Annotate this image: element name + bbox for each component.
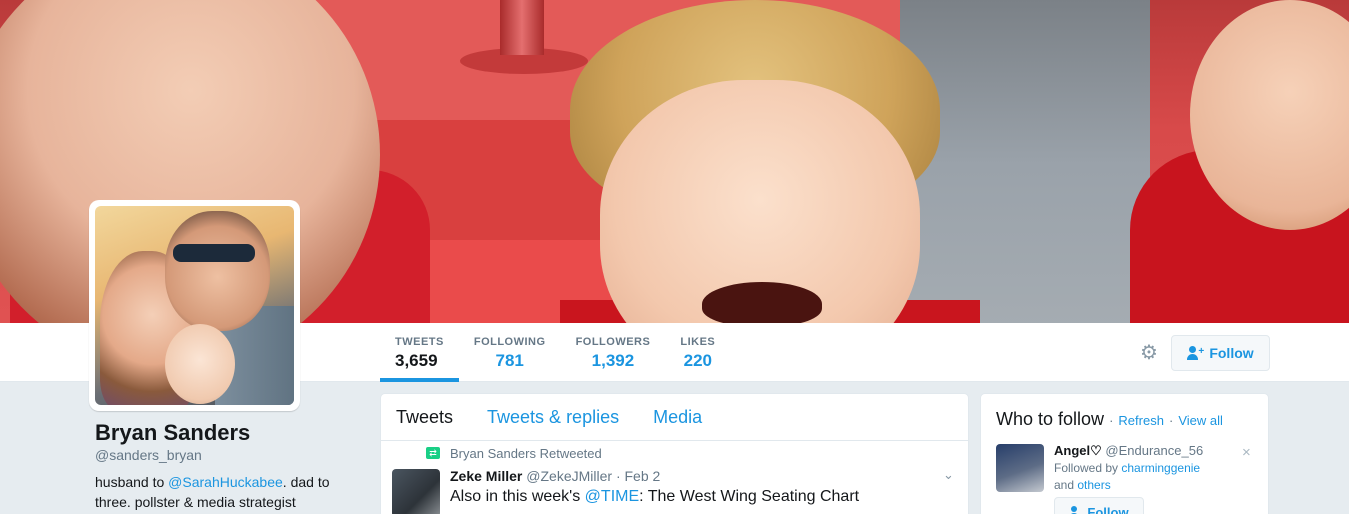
- tweet-author-handle[interactable]: @ZekeJMiller: [526, 468, 612, 484]
- tweet-mention-link[interactable]: @TIME: [585, 488, 639, 505]
- who-to-follow-header: Who to follow · Refresh · View all: [996, 409, 1223, 430]
- avatar-sunglasses: [173, 244, 255, 262]
- stat-tweets[interactable]: TWEETS 3,659: [380, 323, 459, 382]
- header-separator: ·: [1168, 413, 1174, 428]
- gear-icon[interactable]: ⚙: [1139, 343, 1159, 363]
- view-all-link[interactable]: View all: [1178, 413, 1223, 428]
- follow-person-icon: +: [1187, 346, 1204, 360]
- profile-name[interactable]: Bryan Sanders: [95, 420, 355, 446]
- twitter-profile-page: TWEETS 3,659 FOLLOWING 781 FOLLOWERS 1,3…: [0, 0, 1349, 514]
- profile-bio: husband to @SarahHuckabee. dad to three.…: [95, 472, 345, 512]
- stat-value: 1,392: [591, 351, 635, 370]
- stat-followers[interactable]: FOLLOWERS 1,392: [561, 323, 666, 382]
- suggestion-follow-button[interactable]: Follow: [1054, 497, 1144, 514]
- dismiss-suggestion-icon[interactable]: ×: [1242, 444, 1251, 461]
- and-text: and: [1054, 478, 1078, 492]
- tweet-text-part: Also in this week's: [450, 488, 585, 505]
- chevron-down-icon[interactable]: ⌄: [943, 467, 954, 483]
- avatar-person: [165, 211, 270, 331]
- profile-handle[interactable]: @sanders_bryan: [95, 446, 355, 464]
- tweet-text-part: : The West Wing Seating Chart: [639, 488, 860, 505]
- tweet[interactable]: ⇄ Bryan Sanders Retweeted Zeke Miller @Z…: [380, 393, 969, 514]
- avatar-person: [165, 324, 235, 404]
- tweet-separator: ·: [615, 468, 621, 484]
- who-to-follow-panel: Who to follow · Refresh · View all Angel…: [980, 393, 1269, 514]
- photo-bg-pole: [500, 0, 544, 55]
- followed-by-text: Followed by: [1054, 461, 1122, 475]
- stat-value: 781: [495, 351, 524, 370]
- profile-avatar[interactable]: [89, 200, 300, 411]
- bio-mention-link[interactable]: @SarahHuckabee: [168, 474, 283, 490]
- profile-info: Bryan Sanders @sanders_bryan husband to …: [95, 420, 355, 512]
- suggestion-handle[interactable]: @Endurance_56: [1105, 443, 1203, 458]
- stat-label: FOLLOWING: [473, 336, 546, 348]
- photo-bg-concrete: [900, 0, 1150, 323]
- tweet-header: Zeke Miller @ZekeJMiller · Feb 2: [450, 468, 660, 484]
- stat-label: FOLLOWERS: [575, 336, 651, 348]
- suggestion-name[interactable]: Angel♡: [1054, 443, 1102, 458]
- stat-label: LIKES: [680, 336, 716, 348]
- follow-person-icon: [1069, 506, 1081, 514]
- photo-child-center: [702, 282, 822, 323]
- stat-label: TWEETS: [395, 336, 444, 348]
- suggestion-follow-label: Follow: [1087, 504, 1129, 514]
- profile-stats: TWEETS 3,659 FOLLOWING 781 FOLLOWERS 1,3…: [380, 323, 730, 382]
- stat-following[interactable]: FOLLOWING 781: [459, 323, 561, 382]
- suggestion-avatar[interactable]: [996, 444, 1044, 492]
- stat-value: 3,659: [395, 351, 438, 370]
- tweet-text: Also in this week's @TIME: The West Wing…: [450, 488, 859, 506]
- tweet-author-name[interactable]: Zeke Miller: [450, 468, 522, 484]
- stat-likes[interactable]: LIKES 220: [665, 323, 730, 382]
- followed-by-user-link[interactable]: charminggenie: [1121, 461, 1200, 475]
- tweet-author-avatar[interactable]: [392, 469, 440, 514]
- follow-button-label: Follow: [1209, 345, 1254, 361]
- stat-value: 220: [683, 351, 712, 370]
- header-separator: ·: [1109, 413, 1114, 428]
- avatar-photo: [95, 206, 294, 405]
- retweet-context[interactable]: Bryan Sanders Retweeted: [450, 446, 602, 461]
- refresh-link[interactable]: Refresh: [1118, 413, 1164, 428]
- retweet-icon: ⇄: [426, 447, 440, 459]
- who-to-follow-title: Who to follow: [996, 409, 1105, 429]
- tweet-date[interactable]: Feb 2: [625, 468, 661, 484]
- bio-text: husband to: [95, 474, 169, 490]
- suggestion-context: Followed by charminggenie and others: [1054, 460, 1244, 494]
- suggestion-header: Angel♡ @Endurance_56: [1054, 443, 1203, 459]
- follow-button[interactable]: + Follow: [1171, 335, 1270, 371]
- others-link[interactable]: others: [1077, 478, 1110, 492]
